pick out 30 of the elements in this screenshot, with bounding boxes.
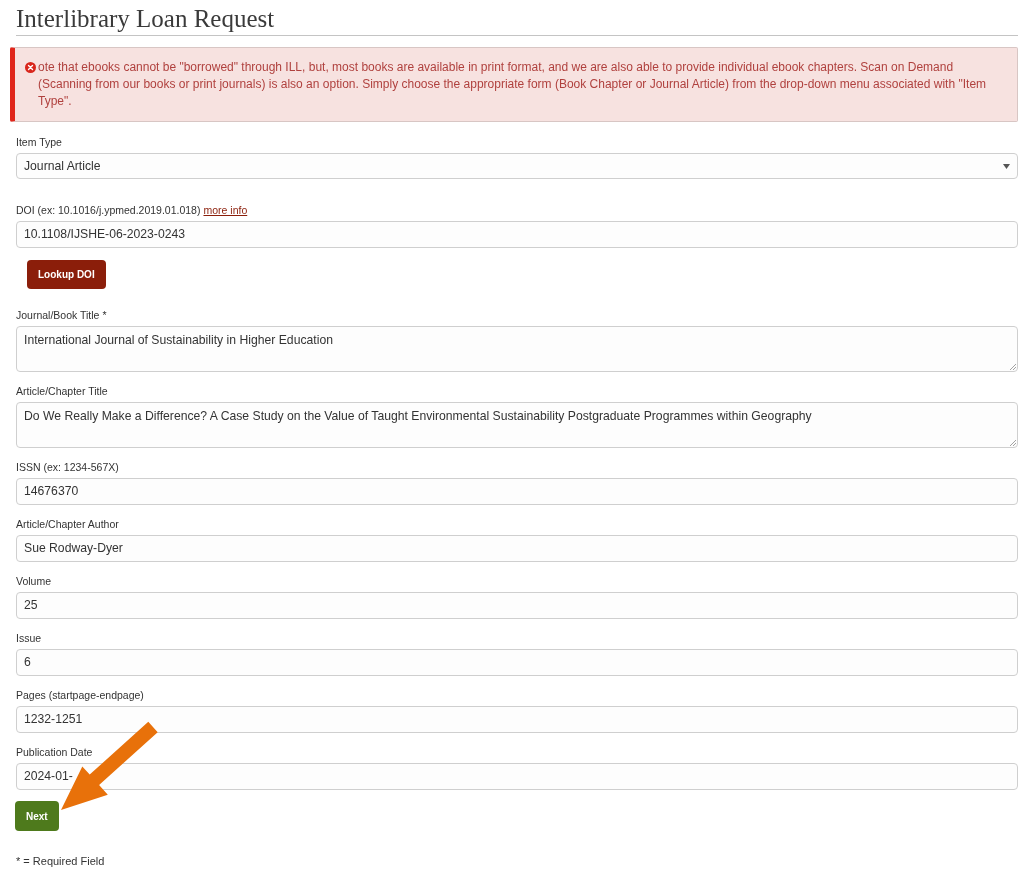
resize-grip-icon [1010,440,1016,446]
resize-grip-icon [1010,364,1016,370]
alert-message: ote that ebooks cannot be "borrowed" through ILL, but, most books are available in print format, and we are also able to provide individual ebook chapters. Scan on Demand (Scanning from our books or print journals) is also an option. Simply choose the appropriate form (Book Chapter or Journal Article) from the drop-down menu associated with "Item Type". [38,59,988,110]
input-field[interactable]: 14676370 [16,478,1018,505]
field-label: DOI (ex: 10.1016/j.ypmed.2019.01.018) [16,203,201,217]
text-area[interactable]: Do We Really Make a Difference? A Case Study on the Value of Taught Environmental Sustainability Postgraduate Programmes within Geography [16,402,1018,448]
page-title: Interlibrary Loan Request [16,6,1018,36]
error-icon [25,62,36,73]
text-area[interactable]: International Journal of Sustainability in Higher Education [16,326,1018,372]
input-field[interactable]: 10.1108/IJSHE-06-2023-0243 [16,221,1018,248]
input-field[interactable]: 2024-01- [16,763,1018,790]
input-field[interactable]: Sue Rodway-Dyer [16,535,1018,562]
field-label: ISSN (ex: 1234-567X) [16,460,119,474]
input-field[interactable]: 25 [16,592,1018,619]
field-label: Item Type [16,135,62,149]
field-label: Issue [16,631,42,645]
next-button[interactable]: Next [15,801,59,831]
input-field[interactable]: 1232-1251 [16,706,1018,733]
field-label: Volume [16,574,52,588]
required-field-note: * = Required Field [16,854,106,868]
caret-icon [1003,163,1010,169]
field-label: Article/Chapter Title [16,384,108,398]
lookup-doi-button[interactable]: Lookup DOI [27,260,106,289]
field-label: Article/Chapter Author [16,517,119,531]
select-dropdown[interactable]: Journal Article [16,153,1018,179]
field-label: Journal/Book Title * [16,308,107,322]
input-field[interactable]: 6 [16,649,1018,676]
field-label: Pages (startpage-endpage) [16,688,144,702]
field-label: Publication Date [16,745,93,759]
more-info-link[interactable]: more info [203,203,248,217]
